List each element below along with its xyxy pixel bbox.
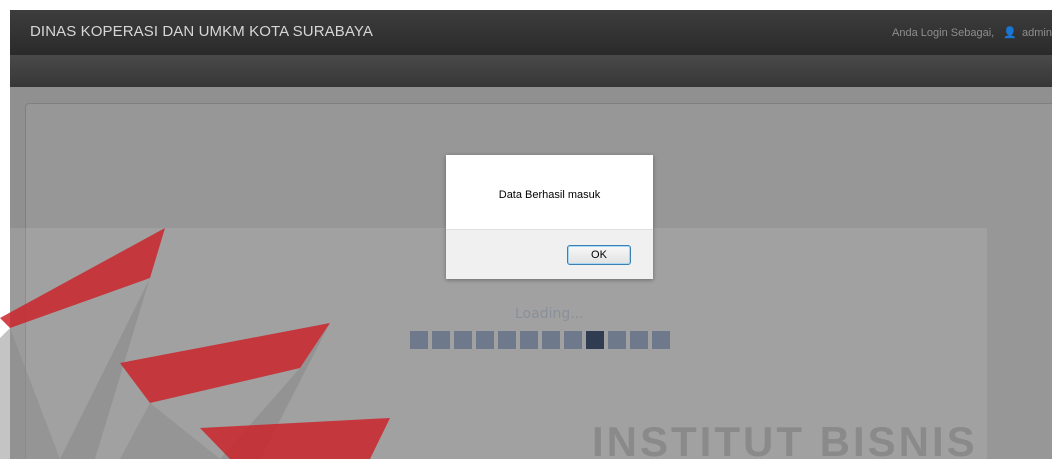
login-info: Anda Login Sebagai, 👤 admin [892,26,1052,39]
user-icon[interactable]: 👤 [1003,26,1017,39]
loading-label: Loading... [515,306,584,322]
watermark-logo-graphic [0,228,390,459]
dialog-footer: OK [446,229,653,279]
loading-block [432,331,450,349]
loading-block [652,331,670,349]
ok-button[interactable]: OK [567,245,631,265]
loading-block [476,331,494,349]
dialog-message: Data Berhasil masuk [498,189,601,201]
top-header-bar: DINAS KOPERASI DAN UMKM KOTA SURABAYA An… [10,10,1052,55]
loading-block [520,331,538,349]
loading-block [630,331,648,349]
loading-block [608,331,626,349]
loading-block [542,331,560,349]
dialog-body: Data Berhasil masuk [446,155,653,229]
alert-dialog: Data Berhasil masuk OK [446,155,653,279]
watermark-text: INSTITUT BISNIS [592,418,978,459]
watermark-logo [0,228,420,459]
loading-block [498,331,516,349]
loading-progress [410,331,678,351]
loading-block [410,331,428,349]
app-title: DINAS KOPERASI DAN UMKM KOTA SURABAYA [30,23,373,40]
loading-block [564,331,582,349]
loading-block [454,331,472,349]
browser-viewport: DINAS KOPERASI DAN UMKM KOTA SURABAYA An… [0,0,1052,459]
user-name-link[interactable]: admin [1022,27,1052,39]
loading-block [586,331,604,349]
login-prefix: Anda Login Sebagai, [892,27,995,39]
